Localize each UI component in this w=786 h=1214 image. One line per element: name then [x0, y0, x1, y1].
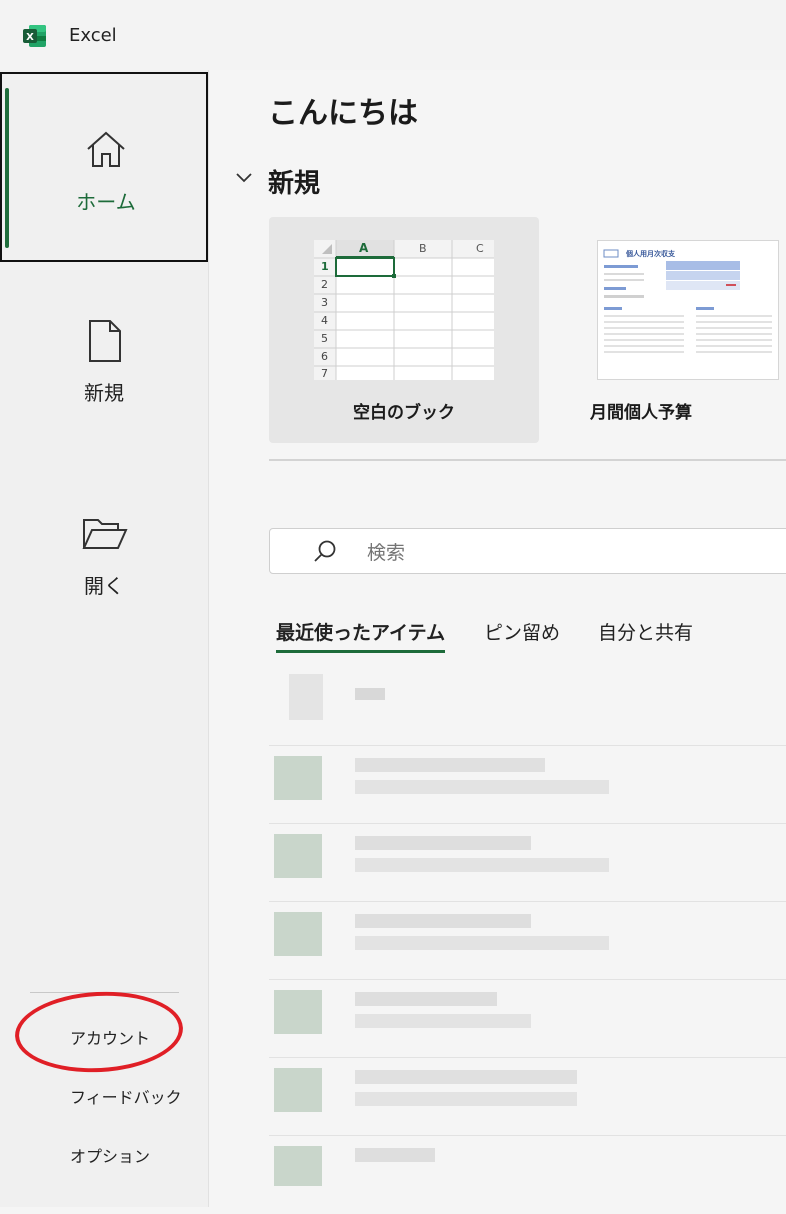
page-title: こんにちは	[268, 96, 418, 131]
selected-indicator	[5, 88, 9, 248]
file-name-redacted	[355, 758, 545, 772]
monthly-budget-template[interactable]: 個人用月次収支 月間個人予算	[579, 217, 786, 443]
file-icon	[274, 1068, 322, 1112]
file-path-redacted	[355, 1092, 577, 1106]
active-tab-indicator	[276, 650, 446, 653]
app-title: Excel	[69, 25, 117, 46]
grid-col-a: A	[359, 241, 369, 255]
file-path-redacted	[355, 936, 609, 950]
new-file-icon	[89, 320, 121, 362]
tab-label: 最近使ったアイテム	[276, 622, 446, 644]
search-icon	[314, 540, 336, 562]
file-path-redacted	[355, 780, 609, 794]
grid-row-3: 3	[321, 296, 328, 309]
file-name-redacted	[355, 1070, 577, 1084]
list-item[interactable]	[269, 668, 786, 746]
options-link[interactable]: オプション	[70, 1143, 150, 1167]
search-box[interactable]	[269, 528, 786, 574]
blank-workbook-thumbnail: A B C 1 2 3 4 5 6 7	[314, 240, 494, 380]
section-divider	[269, 459, 786, 461]
list-item[interactable]	[269, 1058, 786, 1136]
file-icon	[274, 756, 322, 800]
file-name-redacted	[355, 992, 497, 1006]
grid-row-5: 5	[321, 332, 328, 345]
file-icon	[274, 912, 322, 956]
svg-text:X: X	[26, 32, 34, 43]
search-input[interactable]	[365, 538, 769, 568]
sidebar: ホーム 新規 開く アカウント フィードバック オプション	[0, 70, 209, 1207]
sidebar-item-label: 開く	[84, 574, 124, 598]
grid-row-4: 4	[321, 314, 328, 327]
new-section-title: 新規	[268, 169, 321, 199]
file-icon	[274, 834, 322, 878]
blank-workbook-template[interactable]: A B C 1 2 3 4 5 6 7 空白のブック	[269, 217, 539, 443]
file-name-redacted	[355, 688, 385, 700]
grid-row-6: 6	[321, 350, 328, 363]
tab-recent[interactable]: 最近使ったアイテム	[276, 618, 446, 653]
sidebar-item-label: 新規	[84, 381, 124, 405]
recent-files-list	[269, 668, 786, 1214]
open-folder-icon	[82, 519, 128, 549]
sidebar-item-label: ホーム	[76, 190, 136, 214]
budget-thumbnail: 個人用月次収支	[597, 240, 779, 380]
highlight-circle	[13, 987, 185, 1077]
grid-col-c: C	[476, 242, 484, 255]
grid-row-1: 1	[321, 260, 329, 273]
main-panel: こんにちは 新規 A B C 1 2 3 4 5 6 7 空白のブック 個人用月…	[209, 70, 786, 1207]
chevron-down-icon[interactable]	[235, 171, 253, 185]
spreadsheet-grid-icon	[314, 240, 494, 380]
list-item[interactable]	[269, 824, 786, 902]
tab-pinned[interactable]: ピン留め	[484, 618, 560, 645]
list-item[interactable]	[269, 902, 786, 980]
file-icon	[274, 1146, 322, 1186]
file-icon	[274, 990, 322, 1034]
grid-col-b: B	[419, 242, 427, 255]
template-label: 月間個人予算	[590, 403, 692, 423]
list-item[interactable]	[269, 1136, 786, 1214]
file-path-redacted	[355, 858, 609, 872]
feedback-link[interactable]: フィードバック	[70, 1084, 182, 1108]
budget-preview-icon	[603, 249, 772, 353]
sidebar-item-home[interactable]: ホーム	[0, 72, 208, 262]
grid-row-2: 2	[321, 278, 328, 291]
budget-thumb-heading: 個人用月次収支	[626, 250, 675, 258]
tab-shared-with-me[interactable]: 自分と共有	[598, 618, 693, 645]
excel-logo-icon: X	[23, 25, 46, 47]
file-name-redacted	[355, 914, 531, 928]
sidebar-item-new[interactable]: 新規	[0, 265, 208, 455]
grid-row-7: 7	[321, 367, 328, 380]
file-icon	[289, 674, 323, 720]
sidebar-item-open[interactable]: 開く	[0, 458, 208, 648]
file-name-redacted	[355, 1148, 435, 1162]
home-icon	[87, 131, 125, 167]
title-bar: X Excel	[0, 0, 786, 70]
list-item[interactable]	[269, 980, 786, 1058]
template-label: 空白のブック	[353, 403, 455, 423]
file-path-redacted	[355, 1014, 531, 1028]
file-name-redacted	[355, 836, 531, 850]
list-item[interactable]	[269, 746, 786, 824]
